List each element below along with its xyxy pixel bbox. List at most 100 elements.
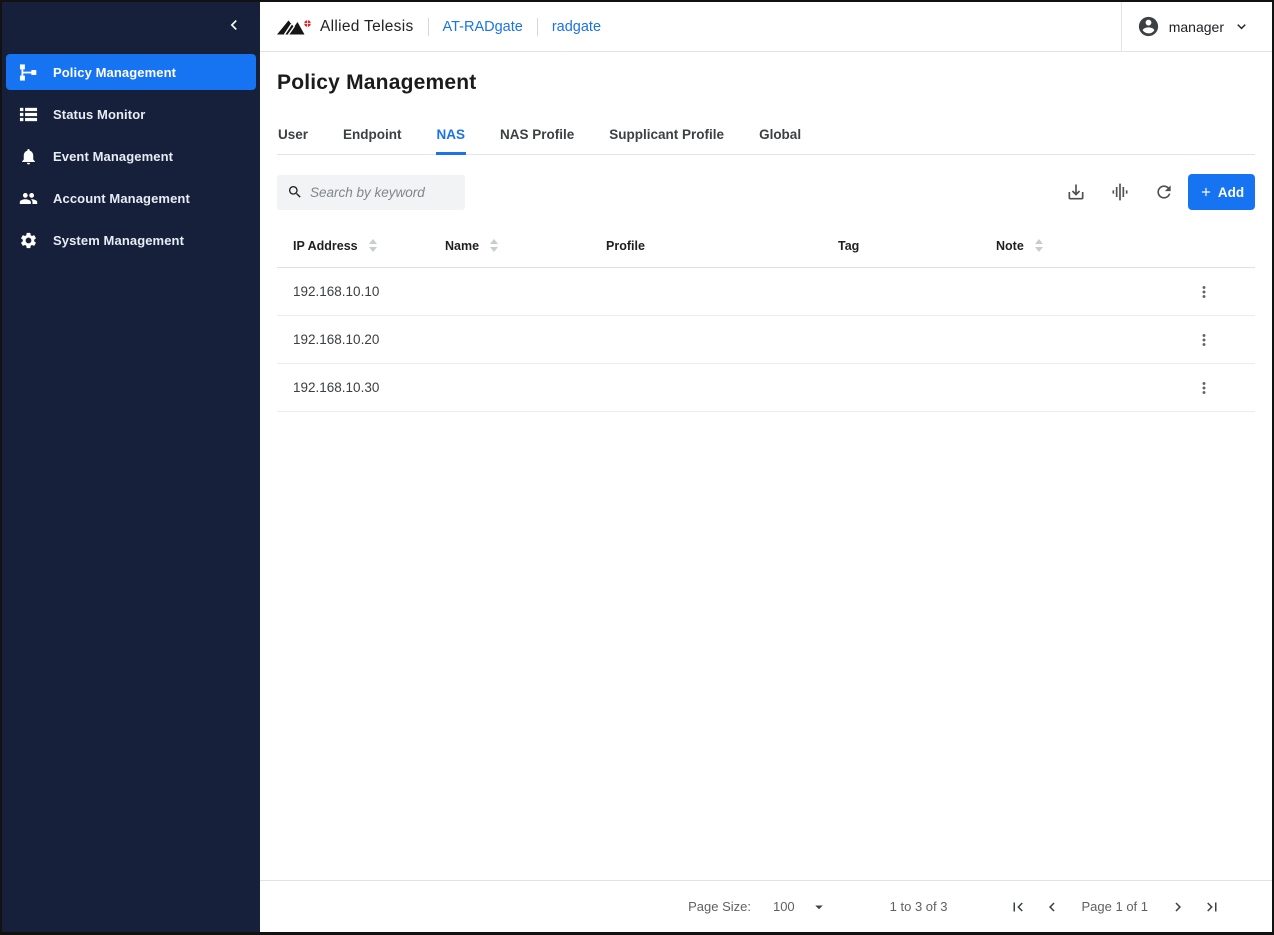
- column-header-note[interactable]: Note: [980, 239, 1178, 253]
- graphic-eq-icon: [1112, 183, 1128, 201]
- list-icon: [19, 105, 38, 124]
- last-page-icon: [1207, 902, 1217, 911]
- table-toolbar: Add: [277, 174, 1255, 210]
- sidebar-item-policy-management[interactable]: Policy Management: [6, 54, 256, 90]
- allied-telesis-logo-icon: [276, 15, 313, 39]
- column-label: Name: [445, 238, 480, 253]
- breadcrumb-radgate[interactable]: radgate: [552, 19, 601, 35]
- refresh-icon: [1157, 185, 1171, 199]
- sidebar-item-status-monitor[interactable]: Status Monitor: [6, 96, 256, 132]
- download-button[interactable]: [1066, 182, 1086, 202]
- content: Policy Management User Endpoint NAS NAS …: [260, 52, 1272, 880]
- page-size-select[interactable]: 100: [773, 898, 828, 916]
- chevron-down-icon: [1237, 24, 1246, 30]
- sidebar-item-label: Event Management: [53, 148, 174, 164]
- row-menu-button[interactable]: [1195, 283, 1213, 301]
- previous-page-button[interactable]: [1042, 897, 1062, 917]
- sidebar-header: [2, 2, 260, 52]
- dropdown-caret-icon: [814, 905, 823, 909]
- plus-icon: [1201, 187, 1210, 197]
- first-page-button[interactable]: [1008, 897, 1028, 917]
- sort-icon[interactable]: [490, 239, 499, 252]
- column-header-ip-address[interactable]: IP Address: [277, 239, 429, 253]
- user-name: manager: [1168, 18, 1224, 35]
- sidebar-item-system-management[interactable]: System Management: [6, 222, 256, 258]
- sidebar-item-label: Policy Management: [53, 64, 177, 80]
- add-button[interactable]: Add: [1188, 174, 1255, 210]
- topbar-divider: [536, 17, 538, 36]
- sidebar-item-label: Account Management: [53, 190, 190, 206]
- main-area: Allied Telesis AT-RADgate radgate manage…: [260, 2, 1272, 932]
- cell-actions: [1178, 379, 1255, 397]
- chevron-right-icon: [1175, 902, 1181, 911]
- tab-nas[interactable]: NAS: [435, 118, 467, 155]
- table-header-row: IP Address Name Profile Tag Note: [277, 224, 1255, 268]
- last-page-button[interactable]: [1202, 897, 1222, 917]
- sidebar-collapse-button[interactable]: [223, 16, 245, 38]
- page-size-label: Page Size:: [688, 899, 751, 914]
- user-menu[interactable]: manager: [1120, 2, 1272, 52]
- column-label: Tag: [838, 238, 860, 253]
- column-settings-button[interactable]: [1110, 182, 1130, 202]
- row-menu-button[interactable]: [1195, 379, 1213, 397]
- cell-ip-address: 192.168.10.30: [293, 380, 380, 395]
- topbar-divider: [427, 17, 429, 36]
- brand: Allied Telesis: [276, 15, 414, 39]
- kebab-menu-icon: [1202, 381, 1206, 394]
- add-button-label: Add: [1217, 184, 1245, 200]
- tab-bar: User Endpoint NAS NAS Profile Supplicant…: [277, 118, 1255, 155]
- search-icon: [289, 186, 301, 198]
- refresh-button[interactable]: [1154, 182, 1174, 202]
- column-header-tag: Tag: [822, 239, 980, 253]
- row-range-text: 1 to 3 of 3: [889, 899, 948, 914]
- kebab-menu-icon: [1202, 333, 1206, 346]
- breadcrumb-at-radgate[interactable]: AT-RADgate: [443, 19, 523, 35]
- search-input[interactable]: [310, 184, 455, 200]
- policy-tree-icon: [19, 63, 38, 82]
- tab-global[interactable]: Global: [758, 118, 802, 154]
- download-icon: [1068, 184, 1084, 200]
- brand-name: Allied Telesis: [320, 17, 414, 35]
- page-indicator-text: Page 1 of 1: [1081, 899, 1149, 914]
- pagination-bar: Page Size: 100 1 to 3 of 3 Page 1 of 1: [260, 880, 1272, 932]
- app-window: Policy Management Status Monitor Event M…: [0, 0, 1274, 935]
- sidebar-nav: Policy Management Status Monitor Event M…: [2, 52, 260, 264]
- cell-ip-address: 192.168.10.20: [293, 332, 380, 347]
- row-menu-button[interactable]: [1195, 331, 1213, 349]
- column-header-profile: Profile: [590, 239, 822, 253]
- account-circle-icon: [1138, 16, 1158, 37]
- people-icon: [19, 189, 38, 208]
- cell-ip-address: 192.168.10.10: [293, 284, 380, 299]
- table-row: 192.168.10.20: [277, 316, 1255, 364]
- sidebar: Policy Management Status Monitor Event M…: [2, 2, 260, 932]
- column-label: IP Address: [293, 238, 358, 253]
- sidebar-item-event-management[interactable]: Event Management: [6, 138, 256, 174]
- cell-actions: [1178, 331, 1255, 349]
- chevron-left-icon: [1048, 902, 1055, 911]
- sort-icon[interactable]: [1034, 239, 1043, 252]
- next-page-button[interactable]: [1168, 897, 1188, 917]
- toolbar-actions: Add: [1042, 174, 1255, 210]
- column-label: Note: [996, 238, 1024, 253]
- bell-icon: [19, 147, 38, 166]
- table-row: 192.168.10.30: [277, 364, 1255, 412]
- column-label: Profile: [606, 238, 645, 253]
- kebab-menu-icon: [1202, 285, 1206, 298]
- sidebar-item-label: Status Monitor: [53, 106, 146, 122]
- sidebar-item-label: System Management: [53, 232, 185, 248]
- tab-supplicant-profile[interactable]: Supplicant Profile: [608, 118, 725, 154]
- tab-endpoint[interactable]: Endpoint: [342, 118, 402, 154]
- tab-user[interactable]: User: [277, 118, 309, 154]
- column-header-name[interactable]: Name: [429, 239, 590, 253]
- sort-icon[interactable]: [368, 239, 377, 252]
- topbar: Allied Telesis AT-RADgate radgate manage…: [260, 2, 1272, 52]
- table-row: 192.168.10.10: [277, 268, 1255, 316]
- chevron-left-icon: [224, 15, 244, 40]
- page-size-value: 100: [772, 899, 795, 914]
- sidebar-item-account-management[interactable]: Account Management: [6, 180, 256, 216]
- first-page-icon: [1013, 902, 1023, 911]
- tab-nas-profile[interactable]: NAS Profile: [499, 118, 575, 154]
- cell-actions: [1178, 283, 1255, 301]
- page-title: Policy Management: [277, 71, 477, 94]
- search-box: [277, 174, 465, 210]
